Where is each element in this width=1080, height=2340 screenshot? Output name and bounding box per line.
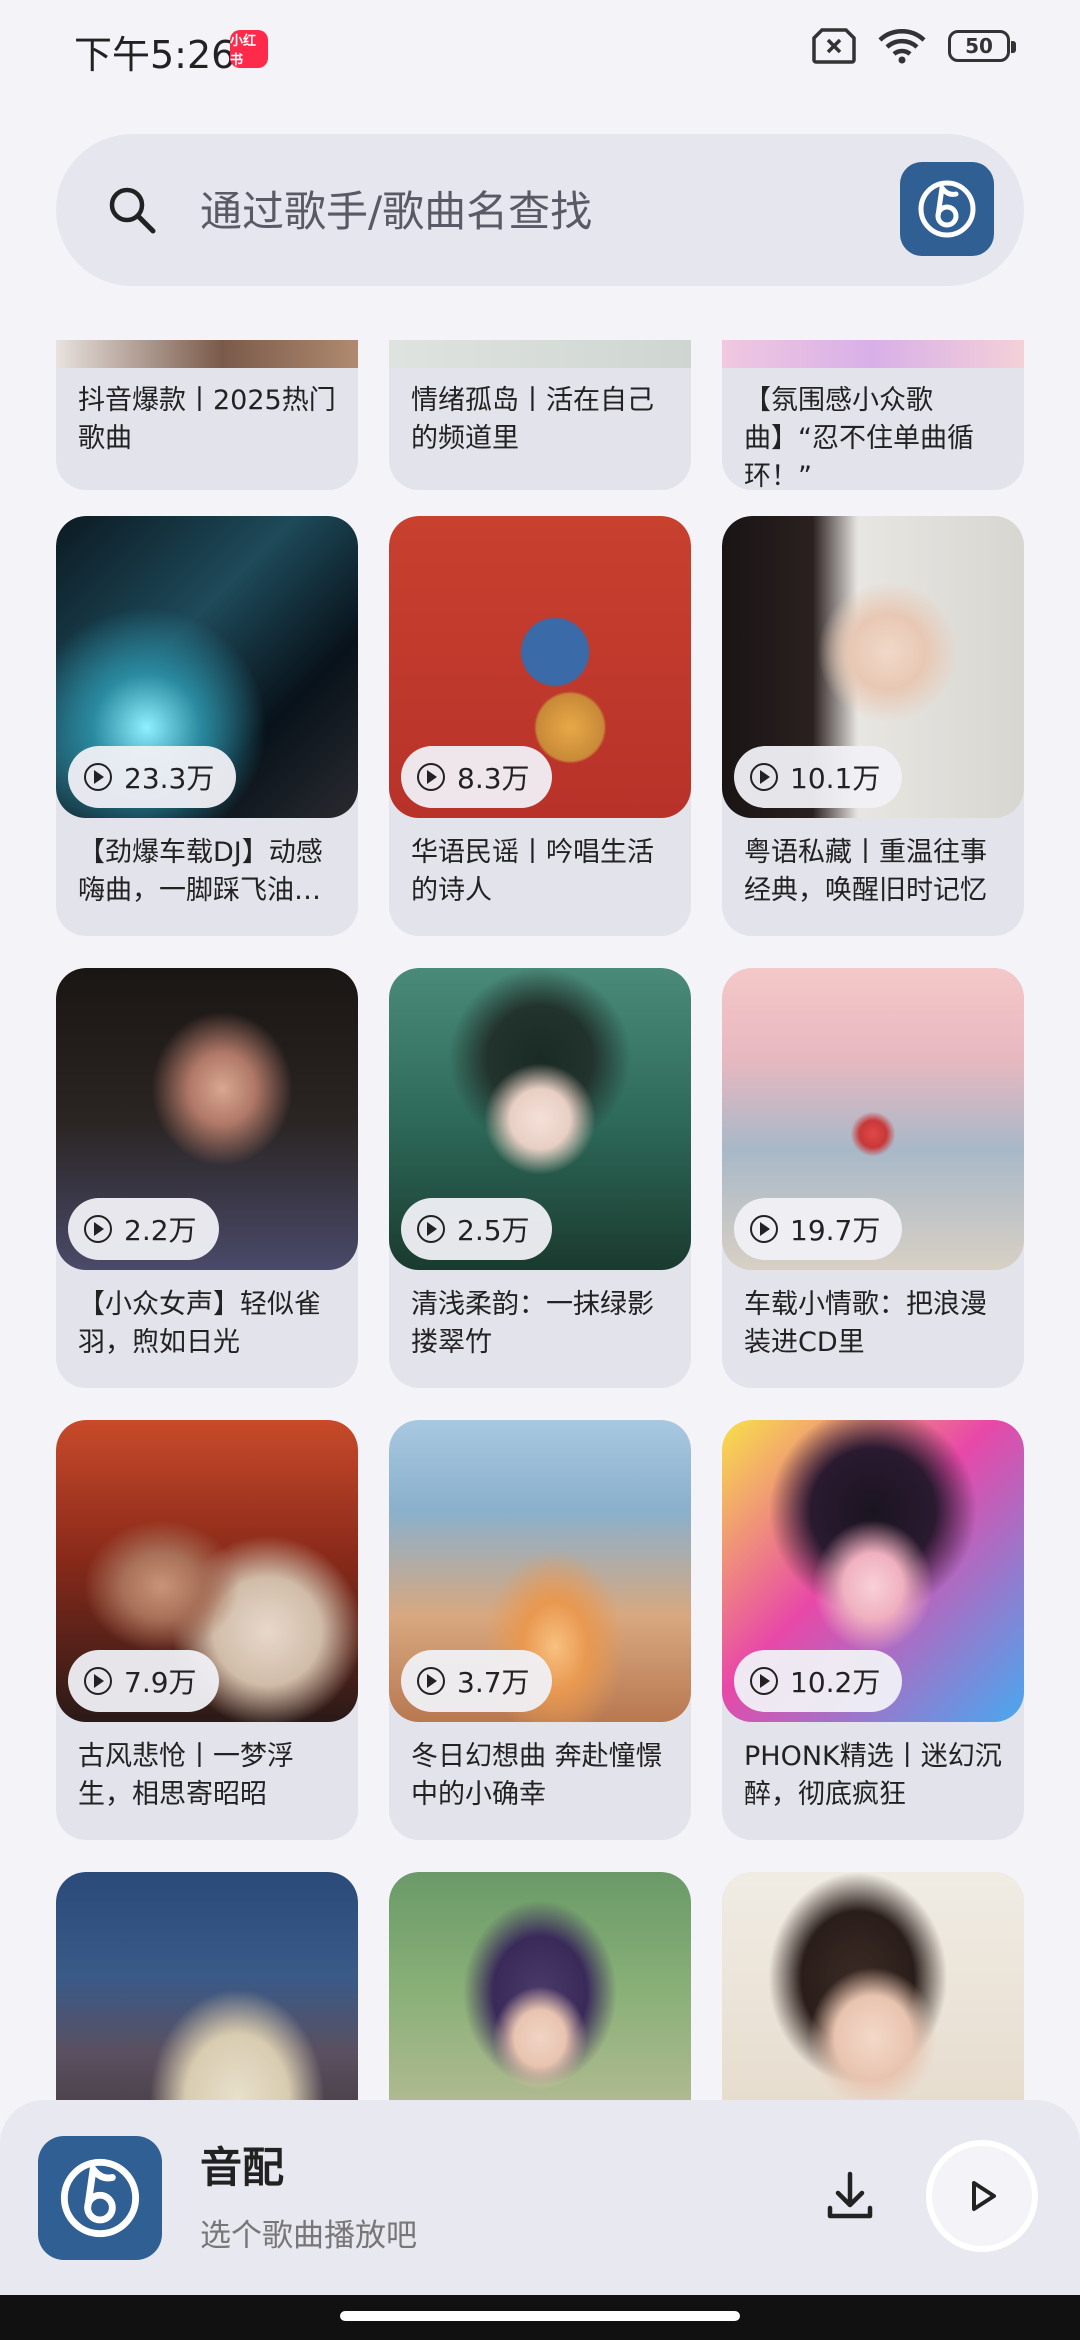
play-count-badge: 2.5万 bbox=[401, 1198, 552, 1260]
playlist-cover bbox=[722, 340, 1024, 368]
playlist-card[interactable]: 10.1万 粤语私藏丨重温往事经典，唤醒旧时记忆 bbox=[722, 516, 1024, 936]
play-count: 2.5万 bbox=[457, 1214, 530, 1247]
play-count-badge: 10.1万 bbox=[734, 746, 903, 808]
playlist-title: 车载小情歌：把浪漫装进CD里 bbox=[744, 1289, 987, 1358]
playlist-card[interactable]: 2.2万 【小众女声】轻似雀羽，煦如日光 bbox=[56, 968, 358, 1388]
play-count-icon bbox=[84, 763, 112, 791]
wifi-icon bbox=[878, 29, 926, 64]
play-count-badge: 19.7万 bbox=[734, 1198, 903, 1260]
playlist-title: 古风悲怆丨一梦浮生，相思寄昭昭 bbox=[78, 1741, 294, 1810]
music-note-logo-icon bbox=[60, 2158, 140, 2238]
play-icon bbox=[972, 2181, 996, 2211]
play-count-icon bbox=[417, 1215, 445, 1243]
playlist-title: 【小众女声】轻似雀羽，煦如日光 bbox=[78, 1289, 321, 1358]
play-count: 7.9万 bbox=[124, 1666, 197, 1699]
playlist-card[interactable]: 10.2万 PHONK精选丨迷幻沉醉，彻底疯狂 bbox=[722, 1420, 1024, 1840]
playlist-card[interactable]: 23.3万 【劲爆车载DJ】动感嗨曲，一脚踩飞油… bbox=[56, 516, 358, 936]
playlist-card[interactable]: 19.7万 车载小情歌：把浪漫装进CD里 bbox=[722, 968, 1024, 1388]
playlist-card[interactable]: 8.3万 华语民谣丨吟唱生活的诗人 bbox=[389, 516, 691, 936]
play-count: 19.7万 bbox=[790, 1214, 881, 1247]
playlist-card[interactable]: 抖音爆款丨2025热门歌曲 bbox=[56, 340, 358, 490]
playlist-cover bbox=[56, 1872, 358, 2110]
playlist-title: 华语民谣丨吟唱生活的诗人 bbox=[411, 837, 654, 906]
playlist-title: PHONK精选丨迷幻沉醉，彻底疯狂 bbox=[744, 1741, 1002, 1810]
play-button[interactable] bbox=[926, 2140, 1038, 2252]
playlist-card[interactable] bbox=[56, 1872, 358, 2110]
playlist-cover bbox=[389, 1872, 691, 2110]
app-logo-button[interactable] bbox=[900, 162, 994, 256]
status-icons: 50 bbox=[812, 28, 1016, 64]
playlist-card[interactable] bbox=[722, 1872, 1024, 2110]
playlist-cover bbox=[722, 1872, 1024, 2110]
playlist-grid: 抖音爆款丨2025热门歌曲 情绪孤岛丨活在自己的频道里 【氛围感小众歌曲】“忍不… bbox=[0, 340, 1080, 2110]
playlist-title: 【氛围感小众歌曲】“忍不住单曲循环！” bbox=[744, 385, 974, 490]
play-count-badge: 10.2万 bbox=[734, 1650, 903, 1712]
playlist-cover bbox=[56, 340, 358, 368]
no-sim-icon bbox=[812, 28, 856, 64]
play-count: 3.7万 bbox=[457, 1666, 530, 1699]
play-count-badge: 7.9万 bbox=[68, 1650, 219, 1712]
play-count-icon bbox=[417, 763, 445, 791]
search-bar[interactable] bbox=[56, 134, 1024, 286]
playlist-card[interactable]: 3.7万 冬日幻想曲 奔赴憧憬中的小确幸 bbox=[389, 1420, 691, 1840]
play-count-icon bbox=[750, 1667, 778, 1695]
player-title: 音配 bbox=[200, 2143, 285, 2192]
play-count-badge: 3.7万 bbox=[401, 1650, 552, 1712]
play-count: 23.3万 bbox=[124, 762, 215, 795]
playlist-card[interactable]: 2.5万 清浅柔韵：一抹绿影搂翠竹 bbox=[389, 968, 691, 1388]
playlist-card[interactable]: 情绪孤岛丨活在自己的频道里 bbox=[389, 340, 691, 490]
status-time: 下午5:26 bbox=[74, 33, 236, 77]
battery-icon: 50 bbox=[948, 30, 1016, 62]
playlist-title: 粤语私藏丨重温往事经典，唤醒旧时记忆 bbox=[744, 837, 987, 906]
play-count-icon bbox=[84, 1667, 112, 1695]
playlist-card[interactable]: 【氛围感小众歌曲】“忍不住单曲循环！” bbox=[722, 340, 1024, 490]
play-count-badge: 2.2万 bbox=[68, 1198, 219, 1260]
mini-player[interactable]: 音配 选个歌曲播放吧 bbox=[0, 2100, 1080, 2295]
play-count-badge: 8.3万 bbox=[401, 746, 552, 808]
system-nav-bar bbox=[0, 2295, 1080, 2340]
playlist-card[interactable]: 7.9万 古风悲怆丨一梦浮生，相思寄昭昭 bbox=[56, 1420, 358, 1840]
play-count-icon bbox=[417, 1667, 445, 1695]
play-count: 10.1万 bbox=[790, 762, 881, 795]
playlist-card[interactable] bbox=[389, 1872, 691, 2110]
playlist-title: 冬日幻想曲 奔赴憧憬中的小确幸 bbox=[411, 1741, 663, 1810]
search-input[interactable] bbox=[198, 178, 802, 244]
play-count: 10.2万 bbox=[790, 1666, 881, 1699]
music-note-logo-icon bbox=[918, 180, 976, 238]
playlist-title: 【劲爆车载DJ】动感嗨曲，一脚踩飞油… bbox=[78, 837, 323, 906]
player-album-art[interactable] bbox=[38, 2136, 162, 2260]
play-count-badge: 23.3万 bbox=[68, 746, 237, 808]
player-subtitle: 选个歌曲播放吧 bbox=[200, 2218, 417, 2254]
status-bar: 下午5:26 小红书 50 bbox=[0, 0, 1080, 100]
play-count: 2.2万 bbox=[124, 1214, 197, 1247]
playlist-cover bbox=[389, 340, 691, 368]
play-count-icon bbox=[750, 1215, 778, 1243]
notification-app-icon: 小红书 bbox=[230, 30, 268, 68]
download-icon[interactable] bbox=[820, 2166, 880, 2226]
home-gesture-handle[interactable] bbox=[340, 2311, 740, 2321]
play-count-icon bbox=[750, 763, 778, 791]
playlist-title: 抖音爆款丨2025热门歌曲 bbox=[78, 385, 336, 454]
play-count-icon bbox=[84, 1215, 112, 1243]
playlist-title: 清浅柔韵：一抹绿影搂翠竹 bbox=[411, 1289, 654, 1358]
playlist-title: 情绪孤岛丨活在自己的频道里 bbox=[411, 385, 654, 454]
play-count: 8.3万 bbox=[457, 762, 530, 795]
search-icon bbox=[109, 187, 156, 234]
